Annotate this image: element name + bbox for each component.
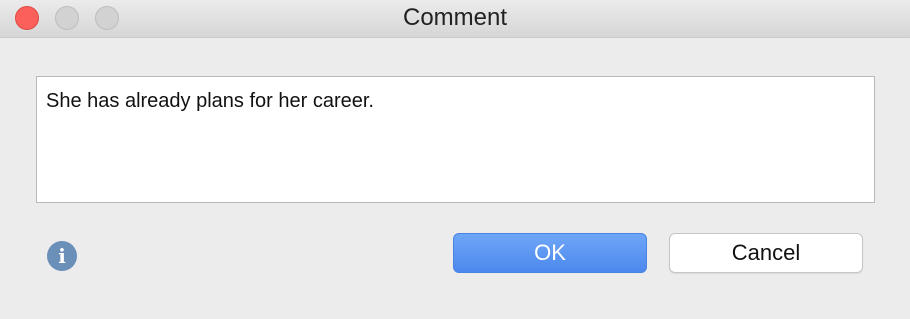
window-title: Comment bbox=[402, 4, 508, 31]
ok-button[interactable]: OK bbox=[453, 233, 647, 273]
comment-text-area[interactable]: She has already plans for her career. bbox=[36, 76, 875, 203]
title-bar[interactable]: Comment bbox=[0, 0, 910, 38]
comment-dialog: Comment She has already plans for her ca… bbox=[0, 0, 910, 319]
info-icon[interactable]: i bbox=[47, 241, 77, 271]
cancel-button[interactable]: Cancel bbox=[669, 233, 863, 273]
